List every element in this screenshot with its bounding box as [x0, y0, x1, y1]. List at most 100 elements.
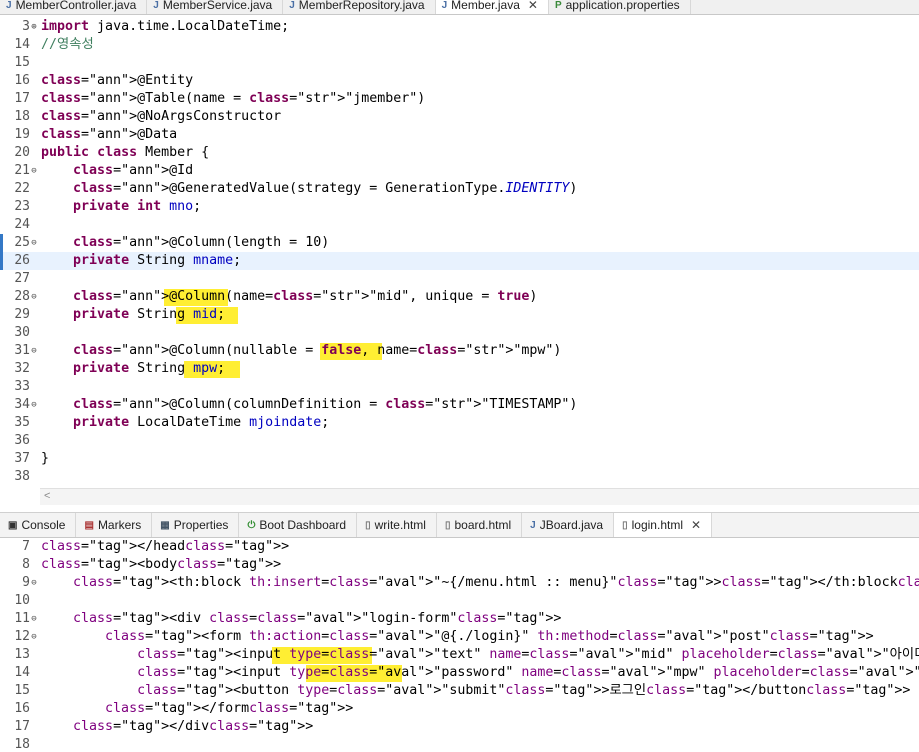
code-text: class="ann">@Table(name = class="str">"j… [41, 91, 426, 106]
code-line[interactable]: 15 class="tag"><button type=class="aval"… [0, 682, 919, 700]
code-line[interactable]: 29 private String mid; [0, 306, 919, 324]
code-line[interactable]: 16 class="tag"></formclass="tag">> [0, 700, 919, 718]
code-line[interactable]: 8 class="tag"><bodyclass="tag">> [0, 556, 919, 574]
tab-member-service[interactable]: J MemberService.java [147, 0, 284, 14]
code-text: class="ann">@NoArgsConstructor [41, 109, 282, 124]
tab-jboard-java[interactable]: J JBoard.java [522, 513, 615, 537]
code-text: class="tag"><th:block th:insert=class="a… [73, 575, 919, 590]
line-number: 20 [14, 145, 30, 160]
code-line[interactable]: 35 private LocalDateTime mjoindate; [0, 414, 919, 432]
line-number: 15 [14, 683, 30, 698]
tab-label: login.html [631, 518, 683, 532]
code-line[interactable]: 30 [0, 324, 919, 342]
fold-toggle-icon[interactable]: ⊖ [30, 234, 38, 252]
fold-toggle-icon[interactable]: ⊖ [30, 610, 38, 628]
line-number: 32 [14, 361, 30, 376]
java-editor[interactable]: 3 ⊕ import java.time.LocalDateTime; 14//영속성… [0, 18, 919, 488]
code-line[interactable]: 38 [0, 468, 919, 486]
code-line[interactable]: 9 ⊖ class="tag"><th:block th:insert=class… [0, 574, 919, 592]
code-text: class="tag"></divclass="tag">> [73, 719, 314, 734]
tab-board-html[interactable]: ▯ board.html [437, 513, 523, 537]
code-line[interactable]: 20 public class Member { [0, 144, 919, 162]
code-line[interactable]: 27 [0, 270, 919, 288]
fold-toggle-icon[interactable]: ⊖ [30, 342, 38, 360]
java-file-icon: J [289, 0, 295, 11]
code-line[interactable]: 23 private int mno; [0, 198, 919, 216]
line-number: 8 [22, 557, 30, 572]
fold-toggle-icon[interactable]: ⊖ [30, 396, 38, 414]
tab-console[interactable]: ▣ Console [0, 513, 77, 537]
tab-label: MemberController.java [15, 0, 137, 12]
tab-label: Console [21, 518, 66, 532]
code-line[interactable]: 37} [0, 450, 919, 468]
code-text: private String mname; [73, 253, 242, 268]
line-number: 24 [14, 217, 30, 232]
code-line[interactable]: 16 class="ann">@Entity [0, 72, 919, 90]
code-line[interactable]: 26 private String mname; [0, 252, 919, 270]
fold-toggle-icon[interactable]: ⊖ [30, 574, 38, 592]
tab-label: application.properties [565, 0, 680, 12]
code-line[interactable]: 18 [0, 736, 919, 752]
line-number: 19 [14, 127, 30, 142]
tab-markers[interactable]: ▤ Markers [76, 513, 153, 537]
tab-login-html[interactable]: ▯ login.html ✕ [614, 513, 713, 537]
code-line[interactable]: 24 [0, 216, 919, 234]
scroll-left-icon[interactable]: < [44, 490, 50, 502]
code-line[interactable]: 32 private String mpw; [0, 360, 919, 378]
code-text: private int mno; [73, 199, 202, 214]
code-line[interactable]: 14 class="tag"><input type=class="aval">… [0, 664, 919, 682]
code-text: class="ann">@Entity [41, 73, 194, 88]
tab-member-controller[interactable]: J MemberController.java [0, 0, 148, 14]
tab-member-repository[interactable]: J MemberRepository.java [283, 0, 436, 14]
code-line[interactable]: 10 [0, 592, 919, 610]
close-icon[interactable]: ✕ [691, 518, 701, 532]
code-text: class="tag"><div class=class="aval">"log… [73, 611, 562, 626]
line-number: 17 [14, 91, 30, 106]
code-text: class="tag"><bodyclass="tag">> [41, 557, 282, 572]
tab-member-java[interactable]: J Member.java ✕ [435, 0, 549, 14]
code-text: public class Member { [41, 145, 210, 160]
tab-write-html[interactable]: ▯ write.html [357, 513, 437, 537]
java-file-icon: J [153, 0, 159, 11]
code-text: class="tag"></formclass="tag">> [105, 701, 354, 716]
fold-toggle-icon[interactable]: ⊖ [30, 628, 38, 646]
code-line[interactable]: 7 class="tag"></headclass="tag">> [0, 538, 919, 556]
fold-toggle-icon[interactable]: ⊖ [30, 288, 38, 306]
code-line[interactable]: 11 ⊖ class="tag"><div class=class="aval">… [0, 610, 919, 628]
tab-application-properties[interactable]: P application.properties [549, 0, 691, 14]
code-line[interactable]: 17 class="ann">@Table(name = class="str">… [0, 90, 919, 108]
line-number: 16 [14, 73, 30, 88]
close-icon[interactable]: ✕ [528, 0, 538, 12]
code-line[interactable]: 22 class="ann">@GeneratedValue(strategy … [0, 180, 919, 198]
tab-properties[interactable]: ▦ Properties [152, 513, 240, 537]
code-line[interactable]: 17 class="tag"></divclass="tag">> [0, 718, 919, 736]
code-line[interactable]: 3 ⊕ import java.time.LocalDateTime; [0, 18, 919, 36]
code-text: class="ann">@Data [41, 127, 178, 142]
code-line[interactable]: 31 ⊖ class="ann">@Column(nullable = false… [0, 342, 919, 360]
html-editor[interactable]: 7 class="tag"></headclass="tag">> 8 class="… [0, 538, 919, 752]
fold-toggle-icon[interactable]: ⊖ [30, 162, 38, 180]
code-line[interactable]: 33 [0, 378, 919, 396]
line-number: 27 [14, 271, 30, 286]
code-line[interactable]: 36 [0, 432, 919, 450]
line-number: 11 [14, 611, 30, 626]
line-number: 34 [14, 397, 30, 412]
line-number: 18 [14, 737, 30, 752]
properties-file-icon: P [554, 0, 562, 11]
code-line[interactable]: 28 ⊖ class="ann">@Column(name=class="str"… [0, 288, 919, 306]
code-line[interactable]: 12 ⊖ class="tag"><form th:action=class="a… [0, 628, 919, 646]
code-line[interactable]: 14 //영속성 [0, 36, 919, 54]
horizontal-scrollbar[interactable]: < [40, 488, 919, 505]
fold-toggle-icon[interactable]: ⊕ [30, 18, 38, 36]
code-line[interactable]: 21 ⊖ class="ann">@Id [0, 162, 919, 180]
code-line[interactable]: 19 class="ann">@Data [0, 126, 919, 144]
boot-dashboard-icon: ⏻ [247, 519, 256, 531]
code-line[interactable]: 15 [0, 54, 919, 72]
code-text: class="ann">@Column(nullable = false, na… [73, 343, 562, 358]
code-line[interactable]: 18 class="ann">@NoArgsConstructor [0, 108, 919, 126]
line-number: 26 [14, 253, 30, 268]
tab-boot-dashboard[interactable]: ⏻ Boot Dashboard [239, 513, 358, 537]
code-line[interactable]: 25 ⊖ class="ann">@Column(length = 10) [0, 234, 919, 252]
code-line[interactable]: 34 ⊖ class="ann">@Column(columnDefinition… [0, 396, 919, 414]
code-line[interactable]: 13 class="tag"><input type=class="aval">… [0, 646, 919, 664]
